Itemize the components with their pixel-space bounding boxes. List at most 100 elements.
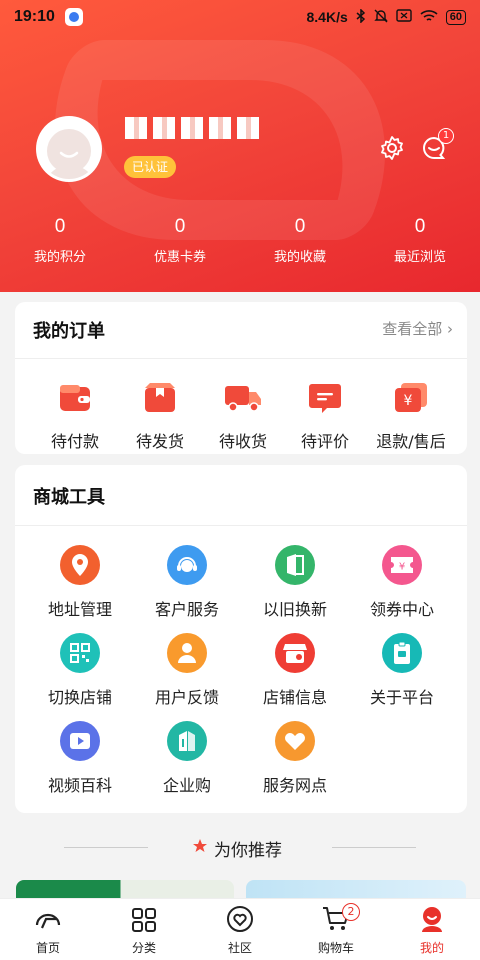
recommend-title: 为你推荐: [214, 841, 282, 861]
app-notification-icon: [64, 8, 83, 26]
product-thumb-left[interactable]: [16, 880, 234, 900]
message-badge: 1: [438, 128, 454, 144]
chevron-right-icon: ›: [447, 320, 453, 338]
orders-title: 我的订单: [33, 321, 105, 342]
heart-hand-icon: [275, 721, 315, 761]
refund-icon: ¥: [395, 383, 427, 412]
tab-home[interactable]: 首页: [0, 899, 96, 960]
order-label: 待收货: [218, 432, 267, 451]
tool-label: 客户服务: [154, 600, 219, 619]
card-divider: [15, 358, 467, 359]
stat-favorites[interactable]: 0 我的收藏: [240, 216, 360, 265]
see-all-label: 查看全部: [382, 320, 443, 338]
recommend-divider-right: [332, 847, 416, 848]
gear-icon: [381, 136, 403, 160]
coupon-icon: ¥: [382, 545, 422, 585]
bottom-tab-bar: 首页 分类 社区 2 购物车 我的: [0, 898, 480, 960]
tools-title: 商城工具: [33, 487, 105, 508]
order-pending-shipment[interactable]: 待发货: [115, 378, 205, 452]
stat-history[interactable]: 0 最近浏览: [360, 216, 480, 265]
tool-about-platform[interactable]: 关于平台: [347, 633, 457, 708]
svg-text:¥: ¥: [404, 393, 413, 409]
tool-switch-store[interactable]: 切换店铺: [25, 633, 135, 708]
product-thumb-right[interactable]: [246, 880, 466, 900]
tool-enterprise-purchase[interactable]: 企业购: [132, 721, 242, 796]
tool-feedback[interactable]: 用户反馈: [132, 633, 242, 708]
tab-label: 分类: [131, 941, 156, 955]
tab-label: 我的: [419, 941, 444, 955]
stat-value: 0: [414, 216, 426, 237]
recommend-divider-left: [64, 847, 148, 848]
video-icon: [60, 721, 100, 761]
home-logo-icon: [35, 913, 61, 929]
tool-label: 服务网点: [262, 776, 327, 795]
avatar-face: [47, 129, 91, 173]
avatar[interactable]: [36, 116, 102, 182]
community-heart-icon: [227, 906, 253, 932]
headset-icon: [167, 545, 207, 585]
order-pending-receipt[interactable]: 待收货: [198, 378, 288, 452]
location-pin-icon: [60, 545, 100, 585]
tool-label: 用户反馈: [154, 688, 219, 707]
stats-row: 0 我的积分 0 优惠卡券 0 我的收藏 0 最近浏览: [0, 216, 480, 265]
tool-trade-in[interactable]: 以旧换新: [240, 545, 350, 620]
card-divider: [15, 525, 467, 526]
tool-label: 地址管理: [47, 600, 112, 619]
order-refund-aftersale[interactable]: ¥ 退款/售后: [363, 378, 459, 452]
building-icon: [167, 721, 207, 761]
settings-button[interactable]: [378, 134, 406, 162]
orders-card: 我的订单 查看全部 › 待付款 待发货 待收货 待评价 ¥ 退款/售后: [15, 302, 467, 454]
tool-service-outlets[interactable]: 服务网点: [240, 721, 350, 796]
star-icon: [192, 838, 208, 858]
package-icon: [145, 383, 175, 412]
tools-card: 商城工具 地址管理 客户服务 以旧换新 ¥ 领券中心 切换店铺 用户反馈 店铺信…: [15, 465, 467, 813]
tab-cart[interactable]: 2 购物车: [288, 899, 384, 960]
bluetooth-icon: [356, 7, 366, 26]
stat-label: 优惠卡券: [153, 250, 206, 265]
wallet-icon: [60, 385, 90, 411]
order-label: 待评价: [300, 432, 349, 451]
tool-label: 店铺信息: [262, 688, 327, 707]
tool-label: 视频百科: [47, 776, 112, 795]
tool-label: 企业购: [162, 776, 211, 795]
order-label: 退款/售后: [376, 432, 446, 451]
tool-customer-service[interactable]: 客户服务: [132, 545, 242, 620]
status-time: 19:10: [14, 8, 55, 25]
store-icon: [275, 633, 315, 673]
tool-address[interactable]: 地址管理: [25, 545, 135, 620]
svg-text:¥: ¥: [399, 562, 405, 573]
stat-label: 最近浏览: [393, 250, 446, 265]
tool-label: 以旧换新: [262, 600, 327, 619]
stat-label: 我的收藏: [273, 250, 326, 265]
truck-icon: [225, 386, 261, 412]
stat-value: 0: [54, 216, 66, 237]
tab-mine[interactable]: 我的: [384, 899, 480, 960]
order-pending-review[interactable]: 待评价: [280, 378, 370, 452]
order-label: 待付款: [50, 432, 99, 451]
order-pending-payment[interactable]: 待付款: [30, 378, 120, 452]
comment-icon: [309, 384, 341, 413]
wifi-icon: [420, 9, 438, 26]
verified-badge: 已认证: [124, 156, 177, 178]
tool-label: 切换店铺: [47, 688, 112, 707]
tool-store-info[interactable]: 店铺信息: [240, 633, 350, 708]
tool-video-wiki[interactable]: 视频百科: [25, 721, 135, 796]
stat-label: 我的积分: [33, 250, 86, 265]
sim-off-icon: [396, 9, 412, 25]
battery-indicator: 60: [445, 9, 466, 25]
profile-icon: [422, 907, 442, 932]
tool-coupon-center[interactable]: ¥ 领券中心: [347, 545, 457, 620]
stat-coupons[interactable]: 0 优惠卡券: [120, 216, 240, 265]
message-button[interactable]: 1: [420, 128, 454, 162]
order-label: 待发货: [135, 432, 184, 451]
stat-points[interactable]: 0 我的积分: [0, 216, 120, 265]
tab-label: 购物车: [317, 941, 354, 955]
stat-value: 0: [174, 216, 186, 237]
tab-community[interactable]: 社区: [192, 899, 288, 960]
tab-category[interactable]: 分类: [96, 899, 192, 960]
qrcode-icon: [60, 633, 100, 673]
category-grid-icon: [132, 908, 156, 932]
exchange-icon: [275, 545, 315, 585]
see-all-orders-link[interactable]: 查看全部 ›: [382, 318, 453, 339]
mute-icon: [374, 9, 388, 26]
